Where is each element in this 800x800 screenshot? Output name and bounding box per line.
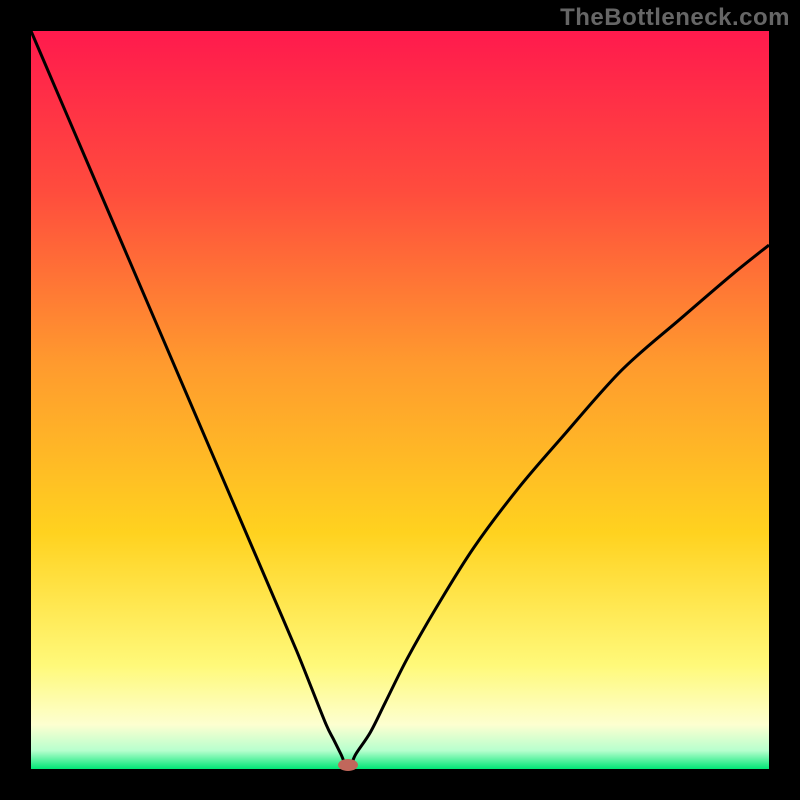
- bottleneck-curve: [31, 31, 769, 769]
- optimal-point-marker: [338, 759, 358, 771]
- watermark-text: TheBottleneck.com: [560, 4, 790, 32]
- chart-container: TheBottleneck.com: [0, 0, 800, 800]
- plot-frame: [31, 31, 769, 769]
